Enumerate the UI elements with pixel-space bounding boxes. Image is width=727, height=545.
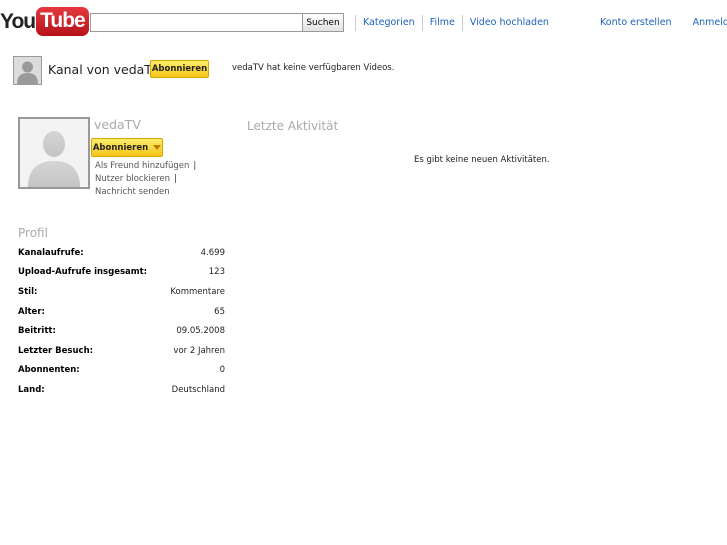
nav-categories[interactable]: Kategorien <box>355 15 422 31</box>
profile-value: Kommentare <box>170 286 225 297</box>
profile-value: Deutschland <box>171 384 225 395</box>
profile-label: Abonnenten: <box>18 365 80 376</box>
send-message-link[interactable]: Nachricht senden <box>95 187 170 197</box>
profile-label: Letzter Besuch: <box>18 345 94 356</box>
profile-row-style: Stil: Kommentare <box>18 282 225 302</box>
logo-you-text: You <box>0 10 36 33</box>
profile-heading: Profil <box>18 226 48 240</box>
profile-value: 65 <box>214 306 225 317</box>
dropdown-caret-icon <box>153 145 162 150</box>
account-links: Konto erstellen Anmelden <box>600 15 727 31</box>
youtube-channel-page: You Tube Suchen Kategorien Filme Video h… <box>0 0 727 545</box>
profile-label: Stil: <box>18 286 38 297</box>
profile-row-joined: Beitritt: 09.05.2008 <box>18 321 225 341</box>
profile-value: vor 2 Jahren <box>173 345 225 356</box>
subscribe-button[interactable]: Abonnieren <box>91 138 163 157</box>
top-nav: Kategorien Filme Video hochladen <box>355 15 556 31</box>
profile-label: Land: <box>18 384 45 395</box>
add-friend-link[interactable]: Als Freund hinzufügen <box>95 161 189 171</box>
channel-avatar-large[interactable] <box>18 117 90 189</box>
youtube-logo[interactable]: You Tube <box>0 6 89 37</box>
separator: | <box>193 161 197 171</box>
channel-title: Kanal von vedaTV <box>48 62 161 77</box>
activity-empty-message: Es gibt keine neuen Aktivitäten. <box>414 155 550 165</box>
subscribe-button-label: Abonnieren <box>92 142 149 153</box>
nav-upload-video[interactable]: Video hochladen <box>461 15 556 31</box>
channel-avatar-small[interactable] <box>13 56 42 85</box>
profile-value: 09.05.2008 <box>176 326 225 337</box>
profile-label: Kanalaufrufe: <box>18 247 84 258</box>
profile-row-last-visit: Letzter Besuch: vor 2 Jahren <box>18 341 225 361</box>
search-input[interactable] <box>90 13 303 32</box>
channel-username: vedaTV <box>94 117 141 132</box>
block-user-link[interactable]: Nutzer blockieren <box>95 174 170 184</box>
default-user-icon <box>20 119 88 187</box>
subscribe-button-header[interactable]: Abonnieren <box>150 60 209 78</box>
logo-tube-text: Tube <box>36 7 89 36</box>
profile-label: Alter: <box>18 306 45 317</box>
profile-row-age: Alter: 65 <box>18 302 225 322</box>
action-row: Nutzer blockieren | <box>95 173 196 186</box>
profile-value: 0 <box>219 365 225 376</box>
profile-label: Upload-Aufrufe insgesamt: <box>18 267 148 278</box>
default-user-icon <box>14 57 41 84</box>
profile-value: 123 <box>208 267 225 278</box>
separator: | <box>174 174 177 184</box>
profile-row-upload-views: Upload-Aufrufe insgesamt: 123 <box>18 263 225 283</box>
activity-heading: Letzte Aktivität <box>247 119 339 133</box>
profile-label: Beitritt: <box>18 326 56 337</box>
action-row: Als Freund hinzufügen | <box>95 160 196 173</box>
profile-value: 4.699 <box>200 247 225 258</box>
sign-in-link[interactable]: Anmelden <box>693 17 727 28</box>
profile-actions: Als Freund hinzufügen | Nutzer blockieren… <box>95 160 196 199</box>
profile-row-subscribers: Abonnenten: 0 <box>18 361 225 381</box>
no-videos-message: vedaTV hat keine verfügbaren Videos. <box>232 63 395 73</box>
search-button[interactable]: Suchen <box>302 13 344 32</box>
profile-row-country: Land: Deutschland <box>18 380 225 400</box>
profile-row-channel-views: Kanalaufrufe: 4.699 <box>18 243 225 263</box>
action-row: Nachricht senden <box>95 186 196 199</box>
nav-movies[interactable]: Filme <box>421 15 462 31</box>
profile-table: Kanalaufrufe: 4.699 Upload-Aufrufe insge… <box>18 243 225 400</box>
create-account-link[interactable]: Konto erstellen <box>600 17 672 28</box>
